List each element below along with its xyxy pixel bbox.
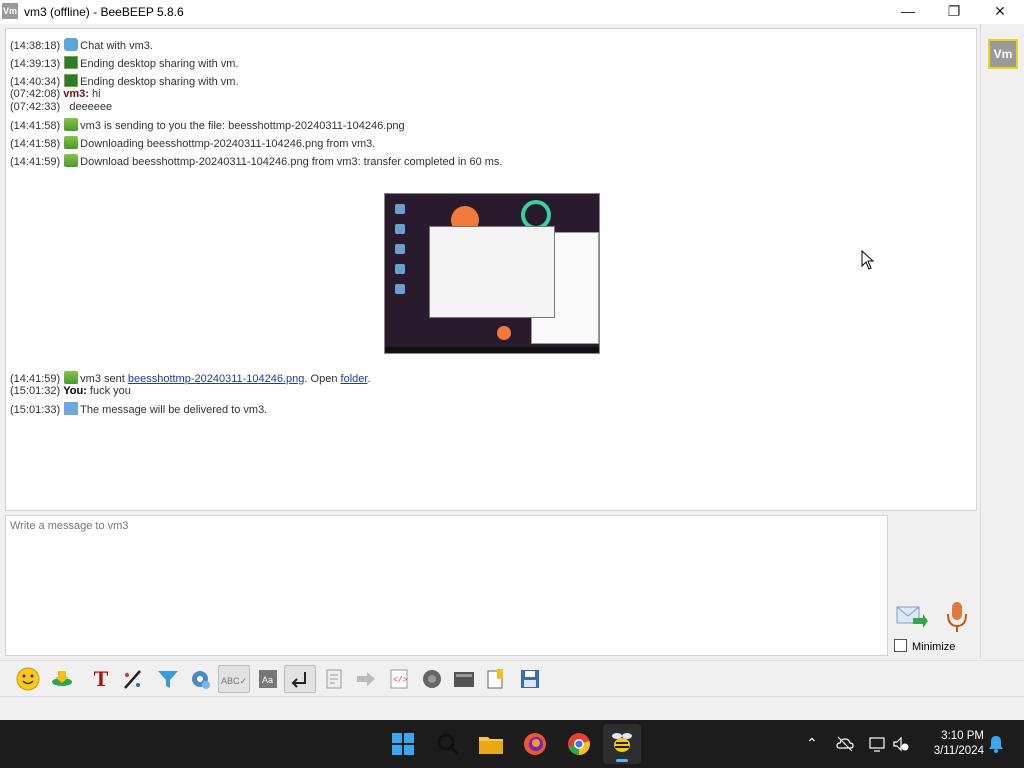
svg-text:</>: </>	[393, 676, 408, 685]
chat-line: (07:42:08) vm3: hi	[10, 88, 101, 100]
chat-line: (14:41:58) Downloading beesshottmp-202403…	[10, 136, 376, 150]
chat-line: (15:01:33) The message will be delivered …	[10, 402, 268, 416]
chat-line: (07:42:33) deeeeee	[10, 101, 113, 113]
font-color-button[interactable]	[120, 665, 148, 693]
minimize-checkbox[interactable]	[894, 639, 907, 652]
title-bar: Vm vm3 (offline) - BeeBEEP 5.8.6 — ❐ ✕	[0, 0, 1024, 24]
chat-line: (14:38:18) Chat with vm3.	[10, 38, 153, 52]
volume-muted-icon[interactable]	[892, 735, 910, 753]
chat-line: (15:01:32) You: fuck you	[10, 385, 131, 397]
firefox-icon[interactable]	[521, 730, 549, 758]
filter-button[interactable]	[154, 665, 182, 693]
received-image-thumbnail[interactable]	[384, 193, 600, 354]
onedrive-offline-icon[interactable]	[836, 736, 854, 752]
chat-line: (14:41:59) Download beesshottmp-20240311-…	[10, 154, 503, 168]
file-transfer-icon	[64, 154, 79, 167]
spellcheck-button[interactable]: ABC✓	[218, 665, 250, 693]
thumbnail-dock	[395, 204, 407, 322]
save-chat-button[interactable]	[320, 665, 348, 693]
message-input[interactable]	[6, 516, 884, 654]
message-composer	[5, 515, 888, 656]
svg-text:Aa: Aa	[262, 675, 273, 685]
mouse-cursor-icon	[861, 250, 875, 270]
file-transfer-icon	[64, 371, 79, 384]
word-complete-button[interactable]: Aa	[254, 665, 282, 693]
chrome-icon[interactable]	[565, 730, 593, 758]
user-sidebar: Vm	[980, 24, 1024, 658]
mail-icon	[64, 402, 79, 415]
chat-toolbar: T ABC✓ Aa </>	[0, 660, 1024, 697]
open-folder-link[interactable]: folder	[341, 373, 368, 385]
minimize-window-button[interactable]: —	[885, 0, 931, 24]
record-button[interactable]	[418, 665, 446, 693]
beebeep-taskbar-button[interactable]	[603, 724, 641, 764]
search-icon[interactable]	[434, 730, 462, 758]
chat-line: (14:39:13) Ending desktop sharing with vm…	[10, 56, 239, 70]
chat-bubble-icon	[64, 38, 79, 51]
desktop-share-icon	[64, 56, 79, 69]
return-send-button[interactable]	[284, 665, 316, 693]
microphone-button[interactable]	[944, 600, 970, 634]
forward-button[interactable]	[352, 665, 380, 693]
font-button[interactable]: T	[87, 665, 115, 693]
save-button[interactable]	[516, 665, 544, 693]
chat-history[interactable]: (14:38:18) Chat with vm3. (14:39:13) Endin…	[5, 28, 977, 511]
send-message-button[interactable]	[895, 602, 929, 632]
notification-bell-icon[interactable]	[988, 735, 1004, 753]
chat-line: (14:41:59) vm3 sent beesshottmp-20240311-…	[10, 371, 371, 385]
taskbar-clock[interactable]: 3:10 PM 3/11/2024	[918, 729, 984, 759]
windows-taskbar: ⌃ 3:10 PM 3/11/2024	[0, 720, 1024, 768]
desktop-share-icon	[64, 74, 79, 87]
status-bar	[0, 696, 1024, 721]
screenshot-button[interactable]	[450, 665, 478, 693]
file-explorer-icon[interactable]	[477, 730, 505, 758]
chat-line: (14:40:34) Ending desktop sharing with vm…	[10, 74, 239, 88]
code-button[interactable]: </>	[385, 665, 413, 693]
file-transfer-icon	[64, 118, 79, 131]
minimize-option[interactable]: Minimize	[894, 639, 955, 653]
chat-line: (14:41:58) vm3 is sending to you the file…	[10, 118, 405, 132]
notes-button[interactable]	[482, 665, 510, 693]
app-icon: Vm	[2, 3, 18, 19]
show-hidden-icons-button[interactable]: ⌃	[806, 735, 818, 752]
beebeep-icon	[612, 733, 632, 752]
start-icon[interactable]	[389, 730, 417, 758]
settings-button[interactable]	[186, 665, 214, 693]
send-file-button[interactable]	[48, 665, 76, 693]
user-avatar[interactable]: Vm	[988, 39, 1018, 69]
window-title: vm3 (offline) - BeeBEEP 5.8.6	[24, 5, 184, 19]
restore-window-button[interactable]: ❐	[931, 0, 977, 24]
file-link[interactable]: beesshottmp-20240311-104246.png	[128, 373, 305, 385]
file-transfer-icon	[64, 136, 79, 149]
close-window-button[interactable]: ✕	[977, 0, 1023, 24]
emoticon-button[interactable]	[14, 665, 42, 693]
network-icon[interactable]	[868, 735, 886, 753]
